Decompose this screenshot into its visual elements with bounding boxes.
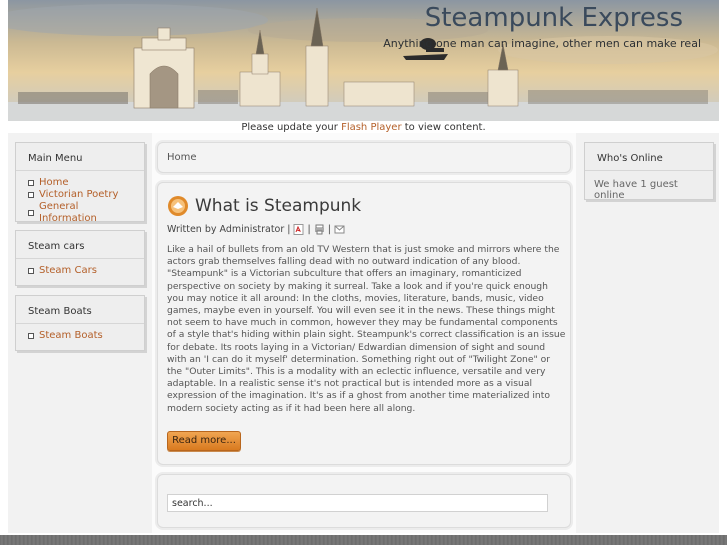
byline-separator: |: [287, 224, 291, 235]
divider: [585, 170, 713, 171]
menu-item-home[interactable]: Home: [28, 177, 132, 189]
email-icon[interactable]: [334, 224, 345, 235]
flash-notice: Please update your Flash Player to view …: [0, 122, 727, 133]
bullet-icon: [28, 180, 34, 186]
read-more-button[interactable]: Read more...: [167, 431, 241, 451]
bullet-icon: [28, 210, 34, 216]
main-menu-title: Main Menu: [28, 153, 83, 164]
article-orb-icon: [168, 196, 188, 216]
article-panel: What is Steampunk Written by Administrat…: [157, 182, 571, 465]
pdf-icon[interactable]: [293, 224, 304, 235]
site-title: Steampunk Express: [424, 3, 683, 33]
steam-boats-title: Steam Boats: [28, 306, 92, 317]
steam-cars-title: Steam cars: [28, 241, 85, 252]
breadcrumb-panel: Home: [157, 142, 571, 173]
bullet-icon: [28, 333, 34, 339]
byline-separator: |: [327, 224, 331, 235]
menu-item-steam-boats[interactable]: Steam Boats: [28, 330, 132, 342]
menu-link-victorian-poetry[interactable]: Victorian Poetry: [39, 189, 118, 201]
steam-boats-module: Steam Boats Steam Boats: [15, 295, 145, 351]
menu-link-home[interactable]: Home: [39, 177, 69, 189]
menu-item-steam-cars[interactable]: Steam Cars: [28, 265, 132, 277]
print-icon[interactable]: [314, 224, 325, 235]
steam-cars-list: Steam Cars: [16, 263, 144, 283]
divider: [16, 170, 144, 171]
main-menu-list: Home Victorian Poetry General Informatio…: [16, 175, 144, 231]
search-panel: [157, 474, 571, 528]
steam-cars-module: Steam cars Steam Cars: [15, 230, 145, 286]
article-title-row: What is Steampunk: [167, 195, 361, 217]
byline-separator: |: [307, 224, 311, 235]
whos-online-module: Who's Online We have 1 guest online: [584, 142, 714, 201]
menu-link-steam-boats[interactable]: Steam Boats: [39, 330, 103, 342]
breadcrumb: Home: [167, 152, 197, 163]
menu-item-victorian-poetry[interactable]: Victorian Poetry: [28, 189, 132, 201]
steam-boats-list: Steam Boats: [16, 328, 144, 348]
byline-text: Written by Administrator: [167, 224, 285, 235]
site-tagline: Anything one man can imagine, other men …: [383, 37, 701, 50]
whos-online-title: Who's Online: [597, 153, 663, 164]
bullet-icon: [28, 268, 34, 274]
menu-link-steam-cars[interactable]: Steam Cars: [39, 265, 97, 277]
divider: [16, 323, 144, 324]
site-header: Steampunk Express Anything one man can i…: [8, 0, 719, 121]
article-title: What is Steampunk: [195, 196, 362, 216]
divider: [16, 258, 144, 259]
flash-notice-text-after: to view content.: [401, 122, 486, 133]
flash-player-link[interactable]: Flash Player: [341, 122, 402, 133]
bullet-icon: [28, 192, 34, 198]
footer-strip: [0, 535, 727, 545]
article-body: Like a hail of bullets from an old TV We…: [167, 244, 566, 414]
flash-notice-text-before: Please update your: [241, 122, 342, 133]
menu-item-general-information[interactable]: General Information: [28, 201, 132, 225]
search-input[interactable]: [167, 494, 548, 512]
whos-online-text: We have 1 guest online: [594, 179, 678, 201]
menu-link-general-information[interactable]: General Information: [39, 201, 132, 225]
article-byline: Written by Administrator | | |: [167, 224, 345, 235]
main-menu-module: Main Menu Home Victorian Poetry General …: [15, 142, 145, 224]
